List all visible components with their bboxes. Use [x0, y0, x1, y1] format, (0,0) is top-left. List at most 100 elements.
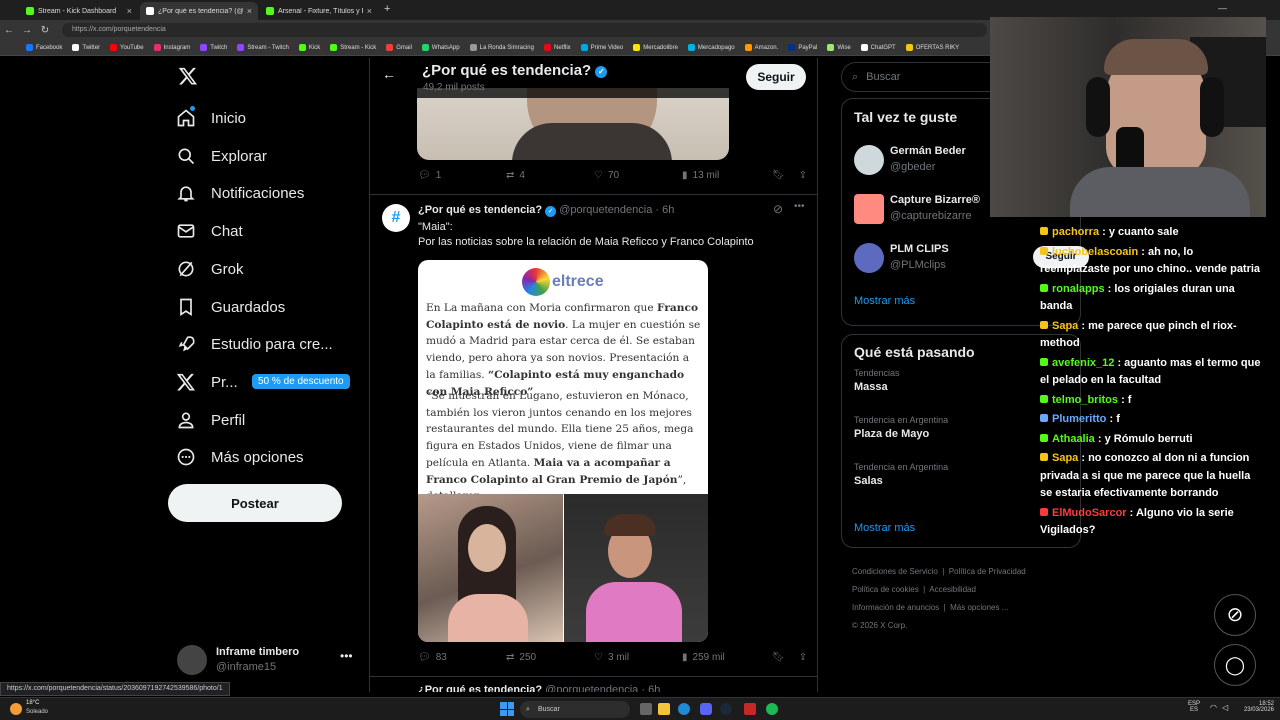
bookmark-item[interactable]: OFERTAS RIKY	[905, 44, 959, 51]
bookmark-item[interactable]: YouTube	[110, 44, 144, 51]
post-time[interactable]: 6h	[662, 204, 674, 216]
show-more-link[interactable]: Mostrar más	[854, 522, 915, 534]
post-author-handle[interactable]: @porquetendencia	[559, 204, 652, 216]
repost-button[interactable]: ⇄ 4	[506, 170, 594, 181]
start-icon[interactable]	[500, 702, 514, 716]
chat-username[interactable]: Plumeritto	[1052, 413, 1106, 425]
bookmark-item[interactable]: Stream - Kick	[330, 44, 376, 51]
post-image[interactable]	[417, 88, 729, 160]
language-indicator[interactable]: ESP ES	[1188, 701, 1200, 713]
bookmark-item[interactable]: Prime Video	[580, 44, 623, 51]
nav-item-inicio[interactable]: Inicio	[176, 108, 246, 128]
forward-icon[interactable]: →	[18, 25, 36, 36]
reply-button[interactable]: 💬︎ 83	[418, 652, 506, 663]
wifi-icon[interactable]: ◠	[1210, 703, 1217, 712]
like-button[interactable]: ♡ 70	[594, 170, 682, 181]
steam-icon[interactable]	[720, 703, 732, 715]
post-button[interactable]: Postear	[168, 484, 342, 522]
nav-item-notificaciones[interactable]: Notificaciones	[176, 183, 304, 203]
post-author-name[interactable]: ¿Por qué es tendencia?	[418, 204, 542, 216]
footer-link[interactable]: Política de cookies	[852, 585, 919, 594]
close-icon[interactable]: ×	[127, 6, 132, 16]
nav-item-perfil[interactable]: Perfil	[176, 410, 245, 430]
new-tab-icon[interactable]: +	[384, 3, 390, 15]
repost-button[interactable]: ⇄ 250	[506, 652, 594, 663]
edge-icon[interactable]	[678, 703, 690, 715]
post-media[interactable]: eltrece En La mañana con Moria confirmar…	[418, 260, 708, 642]
volume-icon[interactable]: ◁	[1222, 703, 1228, 712]
nav-item-guardados[interactable]: Guardados	[176, 297, 285, 317]
chat-username[interactable]: pachorra	[1052, 226, 1099, 238]
back-arrow-icon[interactable]: ←	[382, 66, 396, 82]
post-time[interactable]: 6h	[648, 684, 660, 692]
bookmark-item[interactable]: Amazon.	[744, 44, 778, 51]
nav-item-estudio-para-cre[interactable]: Estudio para cre...	[176, 334, 333, 354]
x-logo-icon[interactable]	[178, 66, 198, 86]
bookmark-item[interactable]: WhatsApp	[421, 44, 460, 51]
views-button[interactable]: ▮ 259 mil	[682, 652, 772, 663]
bookmark-item[interactable]: Kick	[298, 44, 320, 51]
share-icon[interactable]: ⇪	[799, 652, 807, 663]
nav-item-pr[interactable]: Pr...	[176, 372, 238, 392]
like-button[interactable]: ♡ 3 mil	[594, 652, 682, 663]
post-author-handle[interactable]: @porquetendencia	[545, 684, 638, 692]
footer-link[interactable]: Accesibilidad	[929, 585, 976, 594]
close-icon[interactable]: ×	[367, 6, 372, 16]
url-input[interactable]: https://x.com/porquetendencia	[62, 23, 987, 37]
chat-username[interactable]: luchobelascoain	[1052, 246, 1138, 258]
messages-float-button[interactable]: ◯	[1214, 644, 1256, 686]
bookmark-item[interactable]: Stream - Twitch	[237, 44, 289, 51]
discord-icon[interactable]	[700, 703, 712, 715]
nav-item-grok[interactable]: Grok	[176, 259, 244, 279]
bookmark-icon[interactable]: 🔖︎	[772, 170, 785, 181]
footer-link[interactable]: Política de Privacidad	[949, 567, 1026, 576]
bookmark-item[interactable]: Wise	[827, 44, 851, 51]
bookmark-item[interactable]: ChatGPT	[860, 44, 896, 51]
reply-button[interactable]: 💬︎ 1	[418, 170, 506, 181]
follow-button[interactable]: Seguir	[746, 64, 806, 90]
tab-kick-dashboard[interactable]: Stream - Kick Dashboard ×	[20, 2, 138, 20]
bookmark-item[interactable]: Gmail	[386, 44, 412, 51]
bookmark-item[interactable]: Netflix	[543, 44, 571, 51]
footer-link[interactable]: Condiciones de Servicio	[852, 567, 938, 576]
tab-porquetendencia[interactable]: ¿Por qué es tendencia? (@porque ×	[140, 2, 258, 20]
chat-username[interactable]: Sapa	[1052, 320, 1078, 332]
file-explorer-icon[interactable]	[658, 703, 670, 715]
more-icon[interactable]: •••	[340, 649, 353, 663]
app-icon[interactable]	[744, 703, 756, 715]
back-icon[interactable]: ←	[0, 25, 18, 36]
views-button[interactable]: ▮ 13 mil	[682, 170, 772, 181]
bookmark-item[interactable]: Twitch	[200, 44, 227, 51]
nav-item-chat[interactable]: Chat	[176, 221, 243, 241]
share-icon[interactable]: ⇪	[799, 170, 807, 181]
chat-username[interactable]: avefenix_12	[1052, 357, 1114, 369]
chat-username[interactable]: ronalapps	[1052, 283, 1105, 295]
chat-username[interactable]: ElMudoSarcor	[1052, 507, 1127, 519]
more-icon[interactable]: •••	[794, 201, 805, 212]
minimize-icon[interactable]: —	[1218, 3, 1227, 13]
clock[interactable]: 18:52 23/03/2026	[1238, 701, 1274, 713]
spotify-icon[interactable]	[766, 703, 778, 715]
bookmark-item[interactable]: Mercadolibre	[633, 44, 678, 51]
grok-icon[interactable]: ⊘	[773, 202, 783, 216]
bookmark-item[interactable]: PayPal	[788, 44, 817, 51]
tab-arsenal[interactable]: Arsenal - Fixture, Títulos y Plantel ×	[260, 2, 378, 20]
post-author-name[interactable]: ¿Por qué es tendencia?	[418, 684, 542, 692]
reload-icon[interactable]: ↻	[36, 25, 54, 36]
chat-username[interactable]: telmo_britos	[1052, 394, 1118, 406]
footer-link[interactable]: Información de anuncios	[852, 603, 939, 612]
bookmark-item[interactable]: Facebook	[26, 44, 62, 51]
chat-username[interactable]: Athaalia	[1052, 433, 1095, 445]
bookmark-item[interactable]: La Ronda Simracing	[469, 44, 534, 51]
bookmark-item[interactable]: Instagram	[153, 44, 190, 51]
nav-item-explorar[interactable]: Explorar	[176, 146, 267, 166]
chat-username[interactable]: Sapa	[1052, 452, 1078, 464]
grok-float-button[interactable]: ⊘	[1214, 594, 1256, 636]
show-more-link[interactable]: Mostrar más	[854, 295, 915, 307]
bookmark-item[interactable]: Mercadopago	[687, 44, 735, 51]
taskbar-search-input[interactable]: ⌕ Buscar	[520, 701, 630, 718]
account-switcher[interactable]: Inframe timbero @inframe15 •••	[170, 643, 360, 683]
bookmark-item[interactable]: Twitter	[72, 44, 100, 51]
avatar[interactable]: #	[382, 204, 410, 232]
nav-item-más-opciones[interactable]: Más opciones	[176, 447, 304, 467]
